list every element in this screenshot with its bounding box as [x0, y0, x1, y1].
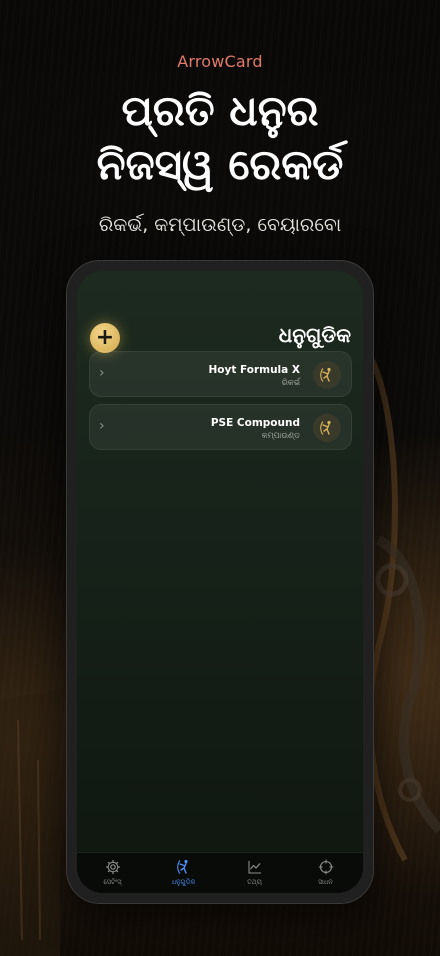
chevron-right-icon: ›	[99, 365, 105, 381]
bow-list-item[interactable]: › PSE Compound କମ୍ପାଉଣ୍ଡ	[89, 404, 352, 450]
tab-label: ଧନୁଗୁଡିକ	[171, 878, 196, 886]
add-bow-button[interactable]: +	[90, 323, 120, 353]
bow-list-item[interactable]: › Hoyt Formula X ରିକର୍ଭ	[89, 351, 352, 397]
tab-label: ସାଧନ	[318, 878, 333, 886]
tab-tools[interactable]: ସାଧନ	[290, 859, 361, 891]
headline-line-1: ପ୍ରତି ଧନୁର	[121, 86, 319, 135]
page-title: ଧନୁଗୁଡିକ	[278, 323, 351, 347]
chart-icon	[247, 861, 261, 874]
headline-line-2: ନିଜସ୍ୱ ରେକର୍ଡ	[96, 140, 344, 189]
tab-label: ତଥ୍ୟ	[247, 878, 262, 886]
gear-icon	[105, 859, 120, 875]
promo-headline: ପ୍ରତି ଧନୁର ନିଜସ୍ୱ ରେକର୍ଡ	[0, 84, 440, 192]
bow-name: PSE Compound	[210, 417, 300, 429]
archer-icon	[313, 414, 341, 442]
chevron-right-icon: ›	[99, 418, 105, 434]
bow-type: କମ୍ପାଉଣ୍ଡ	[261, 431, 300, 440]
brand-name: ArrowCard	[177, 52, 263, 71]
tab-label: ସେଟିଂସ୍	[103, 878, 122, 886]
archer-icon	[313, 361, 341, 389]
promo-subheadline: ରିକର୍ଭ, କମ୍ପାଉଣ୍ଡ, ବେୟାରବୋ	[98, 214, 342, 236]
phone-frame: + ଧନୁଗୁଡିକ › Hoyt Formula X ରିକର୍ଭ › PSE…	[66, 260, 374, 904]
tab-stats[interactable]: ତଥ୍ୟ	[219, 859, 290, 891]
crosshair-icon	[318, 859, 333, 875]
bow-type: ରିକର୍ଭ	[281, 378, 300, 387]
tab-bar: ସେଟିଂସ୍ ଧନୁଗୁଡିକ ତଥ୍ୟ ସାଧନ	[77, 852, 363, 893]
app-screen: + ଧନୁଗୁଡିକ › Hoyt Formula X ରିକର୍ଭ › PSE…	[77, 271, 363, 893]
bow-name: Hoyt Formula X	[208, 364, 300, 376]
tab-bows[interactable]: ଧନୁଗୁଡିକ	[148, 859, 219, 891]
tab-settings[interactable]: ସେଟିଂସ୍	[77, 859, 148, 891]
archer-icon	[176, 859, 188, 874]
